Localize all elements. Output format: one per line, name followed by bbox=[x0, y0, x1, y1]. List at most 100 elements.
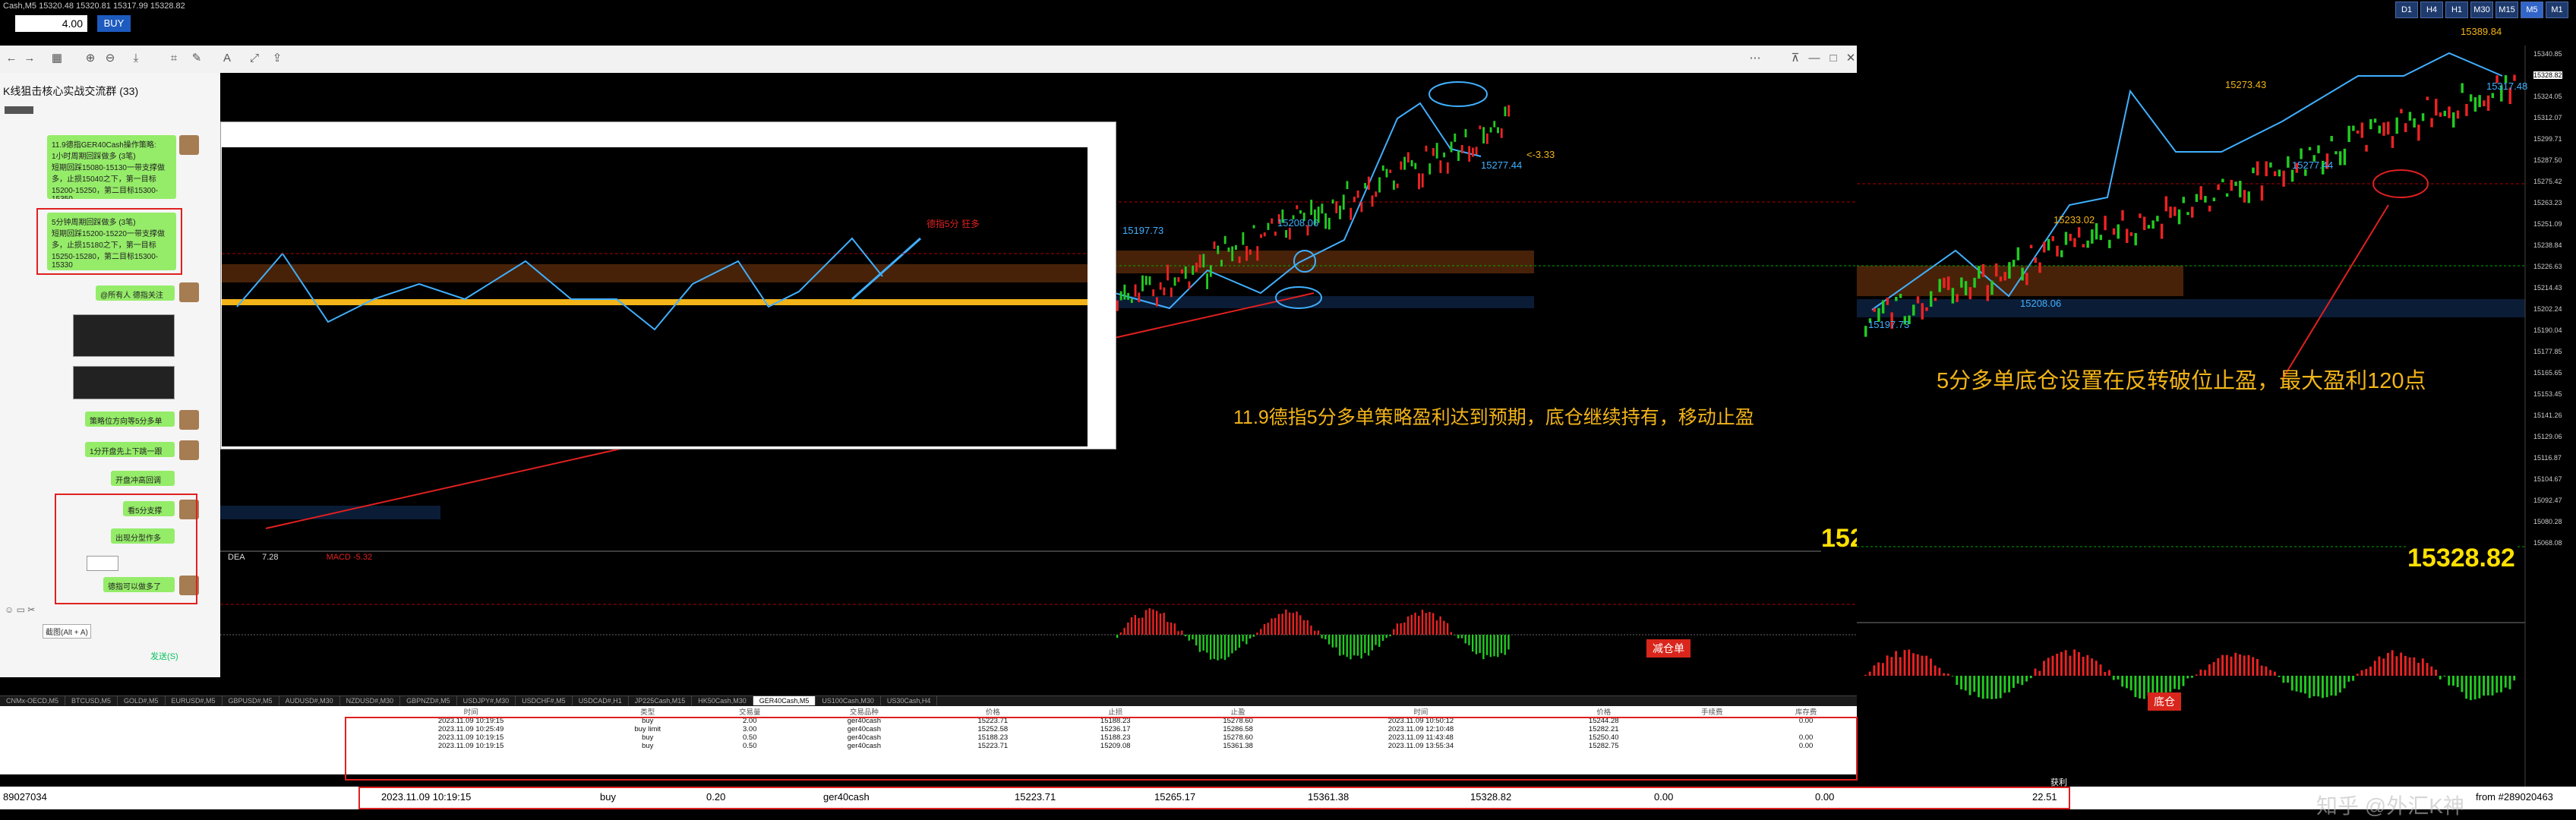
base-position-label: 底仓 bbox=[2148, 692, 2181, 711]
avatar[interactable] bbox=[179, 282, 199, 302]
candle bbox=[2182, 197, 2185, 203]
chart-tab[interactable]: GOLD#,M5 bbox=[118, 696, 166, 705]
zoom-in-icon[interactable]: ⊕ bbox=[84, 52, 97, 65]
macd-bar bbox=[1163, 613, 1165, 635]
tf-m1[interactable]: M1 bbox=[2546, 2, 2568, 18]
macd-bar bbox=[1202, 635, 1204, 651]
chart-tab[interactable]: HK50Cash,M30 bbox=[692, 696, 753, 705]
candle bbox=[2343, 148, 2347, 166]
chart-tab[interactable]: USDJPY#,M30 bbox=[457, 696, 516, 705]
chart-thumbnail[interactable] bbox=[73, 366, 175, 399]
candle bbox=[2021, 267, 2024, 281]
macd-bar bbox=[1375, 635, 1377, 645]
chat-message[interactable]: 1分开盘先上下跳一跟 bbox=[85, 442, 175, 457]
chat-message[interactable]: 策略位方向等5分多单 bbox=[85, 412, 175, 427]
macd-bar bbox=[2239, 654, 2241, 676]
candle bbox=[2174, 207, 2177, 216]
candle bbox=[2282, 170, 2285, 187]
candle bbox=[1163, 287, 1166, 295]
volume-input[interactable]: 4.00 bbox=[15, 15, 87, 32]
text-icon[interactable]: A bbox=[220, 52, 234, 65]
maximize-icon[interactable]: □ bbox=[1826, 52, 1840, 65]
axis-tick: 15190.04 bbox=[2533, 326, 2562, 334]
axis-tick: 15340.85 bbox=[2533, 50, 2562, 58]
tf-m5[interactable]: M5 bbox=[2521, 2, 2543, 18]
chart-tab[interactable]: GBPUSD#,M5 bbox=[223, 696, 279, 705]
send-button[interactable]: 发送(S) bbox=[150, 650, 178, 662]
edit-icon[interactable]: ✎ bbox=[190, 52, 204, 65]
chart-tab[interactable]: GER40Cash,M5 bbox=[753, 696, 816, 705]
candle bbox=[1930, 291, 1933, 307]
avatar[interactable] bbox=[179, 410, 199, 430]
chart-tab[interactable]: USDCHF#,M5 bbox=[516, 696, 573, 705]
avatar[interactable] bbox=[179, 135, 199, 155]
chat-message[interactable]: @所有人 德指关注 bbox=[96, 285, 175, 301]
inner-chart[interactable] bbox=[222, 147, 1088, 446]
chat-message[interactable]: 开盘冲高回调 bbox=[111, 471, 175, 486]
macd-bar bbox=[1267, 623, 1269, 635]
forward-icon[interactable]: → bbox=[23, 52, 36, 65]
candle bbox=[1223, 235, 1226, 244]
avatar[interactable] bbox=[179, 440, 199, 460]
macd-bar bbox=[1314, 630, 1316, 635]
chart-tab[interactable]: CNMx-OECD,M5 bbox=[0, 696, 65, 705]
tf-h4[interactable]: H4 bbox=[2420, 2, 2443, 18]
pin-icon[interactable]: ⊼ bbox=[1788, 52, 1802, 65]
macd-bar bbox=[2060, 651, 2063, 676]
chart-tab[interactable]: BTCUSD,M5 bbox=[65, 696, 118, 705]
candle bbox=[2317, 145, 2320, 153]
axis-tick: 15275.42 bbox=[2533, 178, 2562, 185]
close-icon[interactable]: ✕ bbox=[1844, 52, 1858, 65]
more-icon[interactable]: ⋯ bbox=[1748, 52, 1762, 65]
chart-tab[interactable]: US100Cash,M30 bbox=[816, 696, 881, 705]
chart-tab[interactable]: GBPNZD#,M5 bbox=[400, 696, 457, 705]
macd-bar bbox=[1134, 615, 1136, 635]
chart-thumbnail[interactable] bbox=[73, 314, 175, 357]
candle bbox=[1331, 199, 1334, 204]
strategy-annotation: 11.9德指5分多单策略盈利达到预期，底仓继续持有，移动止盈 bbox=[1233, 407, 1754, 428]
tf-m30[interactable]: M30 bbox=[2470, 2, 2493, 18]
macd-bar bbox=[2247, 654, 2250, 676]
tf-h1[interactable]: H1 bbox=[2445, 2, 2468, 18]
macd-bar bbox=[2134, 676, 2137, 698]
candle bbox=[2478, 95, 2481, 108]
macd-bar bbox=[1479, 635, 1481, 654]
macd-bar bbox=[1310, 625, 1312, 635]
macd-bar bbox=[1938, 667, 1941, 676]
candle bbox=[1389, 169, 1392, 173]
chart-tab[interactable]: EURUSD#,M5 bbox=[166, 696, 223, 705]
candle bbox=[2051, 235, 2054, 241]
candle bbox=[2413, 118, 2416, 128]
chat-message[interactable]: 11.9德指GER40Cash操作策略: 1小时周期回踩做多 (3笔) 短期回踩… bbox=[47, 135, 176, 199]
candle bbox=[1134, 284, 1137, 297]
candle bbox=[1138, 292, 1141, 303]
macd-bar bbox=[2073, 649, 2076, 676]
zoom-out-icon[interactable]: ⊖ bbox=[103, 52, 117, 65]
candle bbox=[1342, 194, 1345, 210]
grid-icon[interactable]: ▦ bbox=[50, 52, 64, 65]
candle bbox=[1285, 230, 1288, 238]
buy-button[interactable]: BUY bbox=[97, 15, 131, 32]
chart-tab[interactable]: JP225Cash,M15 bbox=[629, 696, 693, 705]
chart-tab[interactable]: US30Cash,H4 bbox=[881, 696, 938, 705]
chart-tab[interactable]: AUDUSD#,M30 bbox=[279, 696, 340, 705]
crop-icon[interactable]: ⌗ bbox=[167, 52, 181, 65]
minimize-icon[interactable]: — bbox=[1807, 52, 1821, 65]
back-icon[interactable]: ← bbox=[5, 52, 18, 65]
emoji-icon[interactable]: ☺ ▭ ✂ bbox=[5, 604, 35, 615]
macd-bar bbox=[1299, 615, 1302, 635]
chart-tab[interactable]: NZDUSD#,M30 bbox=[340, 696, 401, 705]
tf-m15[interactable]: M15 bbox=[2496, 2, 2518, 18]
macd-bar bbox=[1281, 613, 1283, 635]
candle bbox=[1472, 147, 1474, 157]
share-icon[interactable]: ⇪ bbox=[270, 52, 284, 65]
macd-bar bbox=[1346, 635, 1348, 658]
chart-tab[interactable]: USDCAD#,H1 bbox=[573, 696, 629, 705]
price-label: 15208.06 bbox=[1277, 217, 1319, 229]
macd-bar bbox=[2456, 676, 2459, 687]
download-icon[interactable]: ⤓ bbox=[129, 52, 143, 65]
fullscreen-icon[interactable]: ⤢ bbox=[248, 52, 261, 65]
tf-d1[interactable]: D1 bbox=[2395, 2, 2418, 18]
candle bbox=[1460, 144, 1463, 153]
macd-bar bbox=[1507, 635, 1510, 650]
